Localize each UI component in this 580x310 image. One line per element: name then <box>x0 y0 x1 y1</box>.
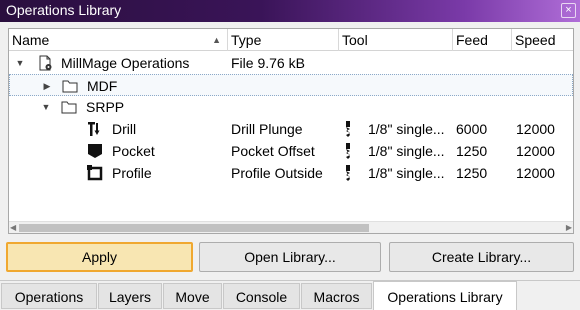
row-type: File 9.76 kB <box>231 55 305 71</box>
library-file-icon <box>39 55 52 71</box>
endmill-icon <box>346 165 350 181</box>
row-type: Pocket Offset <box>231 143 315 159</box>
scroll-left-icon[interactable]: ◀ <box>10 222 16 233</box>
collapsed-arrow-icon[interactable]: ▶ <box>42 75 52 97</box>
column-header-name[interactable]: Name ▲ <box>9 29 228 51</box>
tab-operations[interactable]: Operations <box>1 283 97 309</box>
tree-header: Name ▲ Type Tool Feed Speed <box>9 29 573 51</box>
column-header-name-label: Name <box>12 32 50 48</box>
row-tool: 1/8" single... <box>368 143 445 159</box>
tab-macros[interactable]: Macros <box>301 283 372 309</box>
endmill-icon <box>346 143 350 159</box>
tab-layers[interactable]: Layers <box>98 283 162 309</box>
tree-item-label: Profile <box>112 165 152 181</box>
horizontal-scrollbar[interactable]: ◀ ▶ <box>9 221 573 233</box>
tree-row[interactable]: Pocket Pocket Offset 1/8" single... 1250… <box>9 140 573 162</box>
tree-row[interactable]: ▶ MDF <box>9 74 573 96</box>
tree-item-label: SRPP <box>86 99 125 115</box>
tree-row[interactable]: ▼ SRPP <box>9 96 573 118</box>
row-type: Drill Plunge <box>231 121 303 137</box>
tree-item-label: MillMage Operations <box>61 55 190 71</box>
drill-op-icon <box>88 122 100 136</box>
window-title: Operations Library <box>6 2 122 18</box>
folder-icon <box>61 101 77 114</box>
expanded-arrow-icon[interactable]: ▼ <box>15 52 25 74</box>
column-header-type[interactable]: Type <box>228 29 339 51</box>
folder-icon <box>62 80 78 93</box>
tree-item-label: Pocket <box>112 143 155 159</box>
pocket-op-icon <box>88 144 102 158</box>
close-icon[interactable]: × <box>561 3 576 18</box>
tree-item-label: MDF <box>87 78 118 94</box>
create-library-button[interactable]: Create Library... <box>389 242 574 272</box>
window-titlebar: Operations Library × <box>0 0 580 22</box>
tab-operations-library[interactable]: Operations Library <box>373 281 517 310</box>
row-speed: 12000 <box>516 121 555 137</box>
row-feed: 1250 <box>456 143 488 159</box>
scroll-right-icon[interactable]: ▶ <box>566 222 572 233</box>
tree-row[interactable]: ▼ MillMage Operations File 9.76 kB <box>9 52 573 74</box>
row-type: Profile Outside <box>231 165 323 181</box>
row-feed: 1250 <box>456 165 488 181</box>
tree-row[interactable]: Profile Profile Outside 1/8" single... 1… <box>9 162 573 184</box>
endmill-icon <box>346 121 350 137</box>
tab-move[interactable]: Move <box>163 283 222 309</box>
apply-button[interactable]: Apply <box>6 242 193 272</box>
column-header-tool[interactable]: Tool <box>339 29 453 51</box>
row-tool: 1/8" single... <box>368 165 445 181</box>
row-speed: 12000 <box>516 143 555 159</box>
profile-op-icon <box>87 165 103 181</box>
column-header-speed[interactable]: Speed <box>512 29 573 51</box>
row-tool: 1/8" single... <box>368 121 445 137</box>
expanded-arrow-icon[interactable]: ▼ <box>41 96 51 118</box>
tree-row[interactable]: Drill Drill Plunge 1/8" single... 6000 1… <box>9 118 573 140</box>
row-speed: 12000 <box>516 165 555 181</box>
column-header-feed[interactable]: Feed <box>453 29 512 51</box>
tab-console[interactable]: Console <box>223 283 300 309</box>
tree-item-label: Drill <box>112 121 137 137</box>
open-library-button[interactable]: Open Library... <box>199 242 381 272</box>
operations-tree[interactable]: Name ▲ Type Tool Feed Speed ▼ MillMage O… <box>8 28 574 234</box>
sort-ascending-icon: ▲ <box>212 35 221 45</box>
bottom-tab-bar: Operations Layers Move Console Macros Op… <box>0 280 580 310</box>
scrollbar-thumb[interactable] <box>19 224 369 232</box>
row-feed: 6000 <box>456 121 488 137</box>
